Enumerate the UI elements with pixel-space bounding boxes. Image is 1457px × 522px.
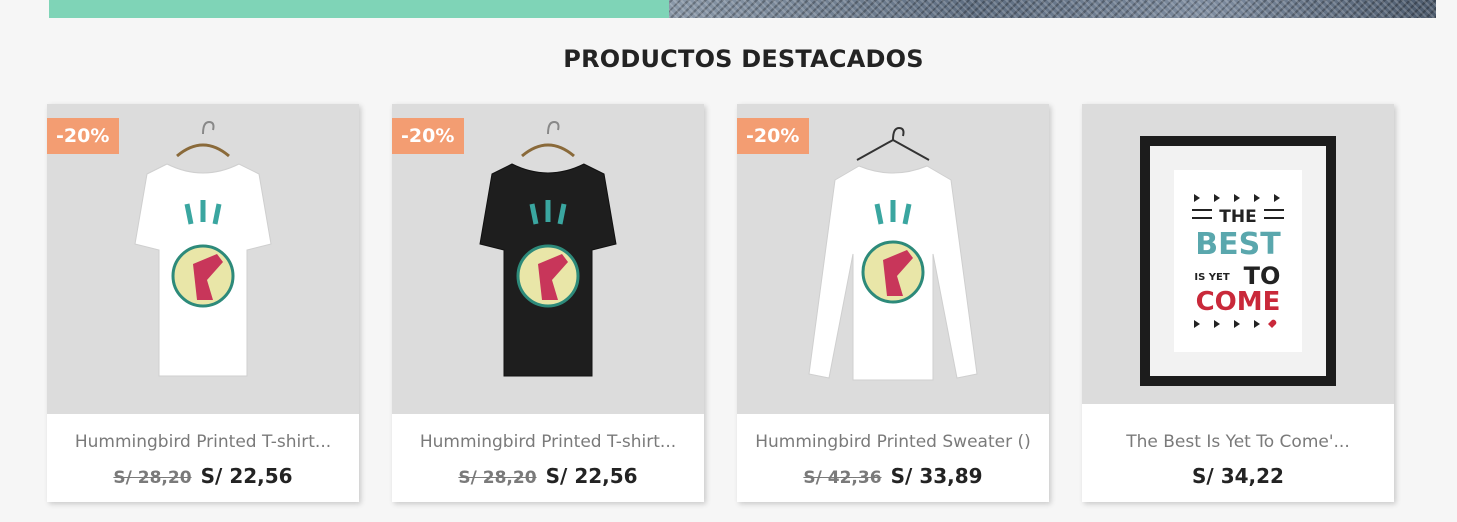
product-name[interactable]: The Best Is Yet To Come'... (1082, 432, 1394, 452)
product-prices: S/ 28,20 S/ 22,56 (392, 464, 704, 488)
product-card[interactable]: -20% Hummingbird Printed T-shirt... S/ 2… (392, 104, 704, 502)
hero-banner[interactable] (49, 0, 1436, 18)
discount-badge: -20% (47, 118, 120, 154)
sale-price: S/ 33,89 (890, 464, 983, 488)
product-image[interactable]: THE BEST IS YET TO COME (1082, 104, 1394, 404)
product-prices: S/ 28,20 S/ 22,56 (47, 464, 359, 488)
product-image[interactable]: -20% (47, 104, 359, 414)
poster-text-best: BEST (1195, 227, 1281, 262)
product-prices: S/ 42,36 S/ 33,89 (737, 464, 1049, 488)
product-card[interactable]: THE BEST IS YET TO COME The Best Is Yet … (1082, 104, 1394, 502)
banner-image (669, 0, 1436, 18)
product-name[interactable]: Hummingbird Printed Sweater () (737, 432, 1049, 452)
discount-badge: -20% (737, 118, 810, 154)
sale-price: S/ 22,56 (545, 464, 638, 488)
sale-price: S/ 34,22 (1192, 464, 1284, 488)
section-title: PRODUCTOS DESTACADOS (563, 45, 924, 73)
sale-price: S/ 22,56 (200, 464, 293, 488)
product-name[interactable]: Hummingbird Printed T-shirt... (47, 432, 359, 452)
poster-text-is-yet: IS YET (1194, 272, 1229, 283)
regular-price: S/ 42,36 (803, 468, 882, 488)
discount-badge: -20% (392, 118, 465, 154)
product-image[interactable]: -20% (737, 104, 1049, 414)
poster-text-to: TO (1244, 262, 1281, 290)
regular-price: S/ 28,20 (113, 468, 192, 488)
product-image[interactable]: -20% (392, 104, 704, 414)
product-prices: S/ 34,22 (1082, 464, 1394, 488)
regular-price: S/ 28,20 (458, 468, 537, 488)
product-card[interactable]: -20% Hummingbird Printed T-shirt... S/ 2… (47, 104, 359, 502)
poster-text-the: THE (1219, 207, 1256, 227)
product-card[interactable]: -20% Hummingbird Printed Sweater () S/ 4… (737, 104, 1049, 502)
poster-text-come: COME (1196, 287, 1281, 317)
product-name[interactable]: Hummingbird Printed T-shirt... (392, 432, 704, 452)
